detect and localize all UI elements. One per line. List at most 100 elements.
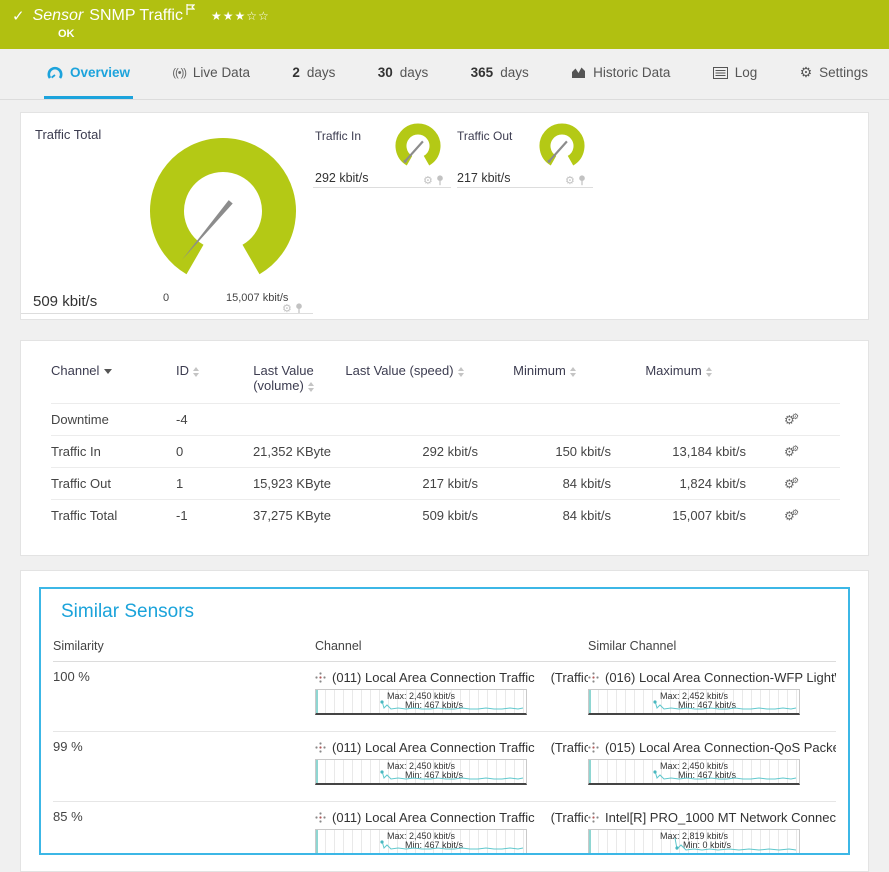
tab-log[interactable]: Log xyxy=(710,49,761,99)
col-header-channel[interactable]: Channel xyxy=(51,363,176,404)
move-icon xyxy=(315,812,326,823)
cell-speed: 217 kbit/s xyxy=(331,468,478,500)
similar-channel-minigraph[interactable]: Max: 2,450 kbit/s Min: 467 kbit/s xyxy=(588,759,800,785)
cell-channel[interactable]: Traffic In xyxy=(51,436,176,468)
sort-desc-icon xyxy=(104,369,112,374)
gear-icon[interactable]: ⚙ xyxy=(565,176,575,186)
tab-30-days-label: days xyxy=(400,65,429,80)
col-max-label: Maximum xyxy=(645,363,701,378)
similar-channel-link[interactable]: (015) Local Area Connection-QoS Packet S… xyxy=(588,739,836,756)
channel-minigraph[interactable]: Max: 2,450 kbit/s Min: 467 kbit/s xyxy=(315,829,527,855)
table-row-traffic-out: Traffic Out 1 15,923 KByte 217 kbit/s 84… xyxy=(51,468,840,500)
col-header-last-value-volume[interactable]: Last Value (volume) xyxy=(236,363,331,404)
similar-row: 100 % (011) Local Area Connection Traffi… xyxy=(53,662,836,732)
tab-settings[interactable]: ⚙ Settings xyxy=(797,49,871,99)
cell-id: 0 xyxy=(176,436,236,468)
channel-suffix: (Traffic To xyxy=(551,740,588,755)
move-icon xyxy=(588,812,599,823)
similar-sensors-table: Similarity Channel Similar Channel 100 %… xyxy=(53,633,836,855)
col-header-similarity: Similarity xyxy=(53,633,315,662)
similar-channel-minigraph[interactable]: Max: 2,452 kbit/s Min: 467 kbit/s xyxy=(588,689,800,715)
col-id-label: ID xyxy=(176,363,189,378)
priority-stars[interactable]: ★★★☆☆ xyxy=(211,9,270,23)
similar-channel-link[interactable]: Intel[R] PRO_1000 MT Network Connection … xyxy=(588,809,836,826)
move-icon xyxy=(315,742,326,753)
similar-channel-name: Intel[R] PRO_1000 MT Network Connection xyxy=(605,810,836,825)
gauge-in-dial[interactable] xyxy=(389,115,447,171)
channel-minigraph[interactable]: Max: 2,450 kbit/s Min: 467 kbit/s xyxy=(315,689,527,715)
col-header-minimum[interactable]: Minimum xyxy=(478,363,611,404)
channel-name: (011) Local Area Connection Traffic xyxy=(332,740,535,755)
tab-overview-label: Overview xyxy=(70,65,130,80)
broadcast-icon: ((•)) xyxy=(172,67,186,79)
channel-settings-icon[interactable]: ⚙⚙ xyxy=(784,476,802,491)
channel-name: (011) Local Area Connection Traffic xyxy=(332,810,535,825)
cell-max: 13,184 kbit/s xyxy=(611,436,746,468)
pin-icon[interactable] xyxy=(436,175,444,186)
channel-table: Channel ID Last Value (volume) Last Valu… xyxy=(51,363,840,531)
gear-icon: ⚙ xyxy=(800,64,813,81)
channel-settings-icon[interactable]: ⚙⚙ xyxy=(784,508,802,523)
sort-icon xyxy=(706,367,712,377)
cell-speed: 292 kbit/s xyxy=(331,436,478,468)
col-header-similar-channel: Similar Channel xyxy=(588,633,836,662)
tab-30-days[interactable]: 30 days xyxy=(375,49,432,99)
gauge-out-label: Traffic Out xyxy=(457,129,512,143)
channel-settings-icon[interactable]: ⚙⚙ xyxy=(784,412,802,427)
cell-channel[interactable]: Traffic Total xyxy=(51,500,176,532)
cell-max: 15,007 kbit/s xyxy=(611,500,746,532)
col-header-maximum[interactable]: Maximum xyxy=(611,363,746,404)
tab-bar: Overview ((•)) Live Data 2 days 30 days … xyxy=(0,49,889,100)
cell-min: 150 kbit/s xyxy=(478,436,611,468)
col-header-channel: Channel xyxy=(315,633,588,662)
tab-settings-label: Settings xyxy=(819,65,868,80)
channel-table-panel: Channel ID Last Value (volume) Last Valu… xyxy=(20,340,869,556)
gear-icon[interactable]: ⚙ xyxy=(423,176,433,186)
sort-icon xyxy=(458,367,464,377)
cell-volume: 37,275 KByte xyxy=(236,500,331,532)
flag-icon[interactable] xyxy=(186,2,195,20)
gauge-total-label: Traffic Total xyxy=(35,127,101,142)
tab-historic-data-label: Historic Data xyxy=(593,65,670,80)
gauge-total-dial[interactable] xyxy=(141,123,305,295)
col-channel-label: Channel xyxy=(51,363,99,378)
gauge-icon xyxy=(47,66,63,80)
move-icon xyxy=(588,742,599,753)
pin-icon[interactable] xyxy=(578,175,586,186)
gauge-in-actions[interactable]: ⚙ xyxy=(423,175,444,186)
area-chart-icon xyxy=(571,66,586,79)
similar-channel-link[interactable]: (016) Local Area Connection-WFP LightWei… xyxy=(588,669,836,686)
channel-link[interactable]: (011) Local Area Connection Traffic (Tra… xyxy=(315,739,588,756)
similar-row: 99 % (011) Local Area Connection Traffic… xyxy=(53,732,836,802)
cell-channel[interactable]: Traffic Out xyxy=(51,468,176,500)
channel-minigraph[interactable]: Max: 2,450 kbit/s Min: 467 kbit/s xyxy=(315,759,527,785)
similar-row: 85 % (011) Local Area Connection Traffic… xyxy=(53,802,836,856)
minigraph-line xyxy=(589,830,799,853)
col-header-id[interactable]: ID xyxy=(176,363,236,404)
gauge-out-value: 217 kbit/s xyxy=(457,171,511,185)
gauge-in-value: 292 kbit/s xyxy=(315,171,369,185)
gauge-out-dial[interactable] xyxy=(533,115,591,171)
tab-2-days-label: days xyxy=(307,65,336,80)
channel-link[interactable]: (011) Local Area Connection Traffic (Tra… xyxy=(315,809,588,826)
similar-channel-minigraph[interactable]: Max: 2,819 kbit/s Min: 0 kbit/s xyxy=(588,829,800,855)
col-header-last-value-speed[interactable]: Last Value (speed) xyxy=(331,363,478,404)
tab-2-days[interactable]: 2 days xyxy=(289,49,338,99)
similar-sensors-box: Similar Sensors Similarity Channel Simil… xyxy=(39,587,850,855)
cell-id: -4 xyxy=(176,404,236,436)
tab-365-days[interactable]: 365 days xyxy=(468,49,532,99)
sort-icon xyxy=(193,367,199,377)
tab-overview[interactable]: Overview xyxy=(44,49,133,99)
gauge-total-scale-max: 15,007 kbit/s xyxy=(226,292,288,304)
tab-live-data[interactable]: ((•)) Live Data xyxy=(169,49,253,99)
similarity-value: 85 % xyxy=(53,802,315,856)
channel-suffix: (Traffic To xyxy=(551,670,588,685)
cell-channel[interactable]: Downtime xyxy=(51,404,176,436)
log-icon xyxy=(713,67,728,79)
tab-historic-data[interactable]: Historic Data xyxy=(568,49,673,99)
table-row-downtime: Downtime -4 ⚙⚙ xyxy=(51,404,840,436)
channel-settings-icon[interactable]: ⚙⚙ xyxy=(784,444,802,459)
cell-speed xyxy=(331,404,478,436)
gauge-out-actions[interactable]: ⚙ xyxy=(565,175,586,186)
channel-link[interactable]: (011) Local Area Connection Traffic (Tra… xyxy=(315,669,588,686)
